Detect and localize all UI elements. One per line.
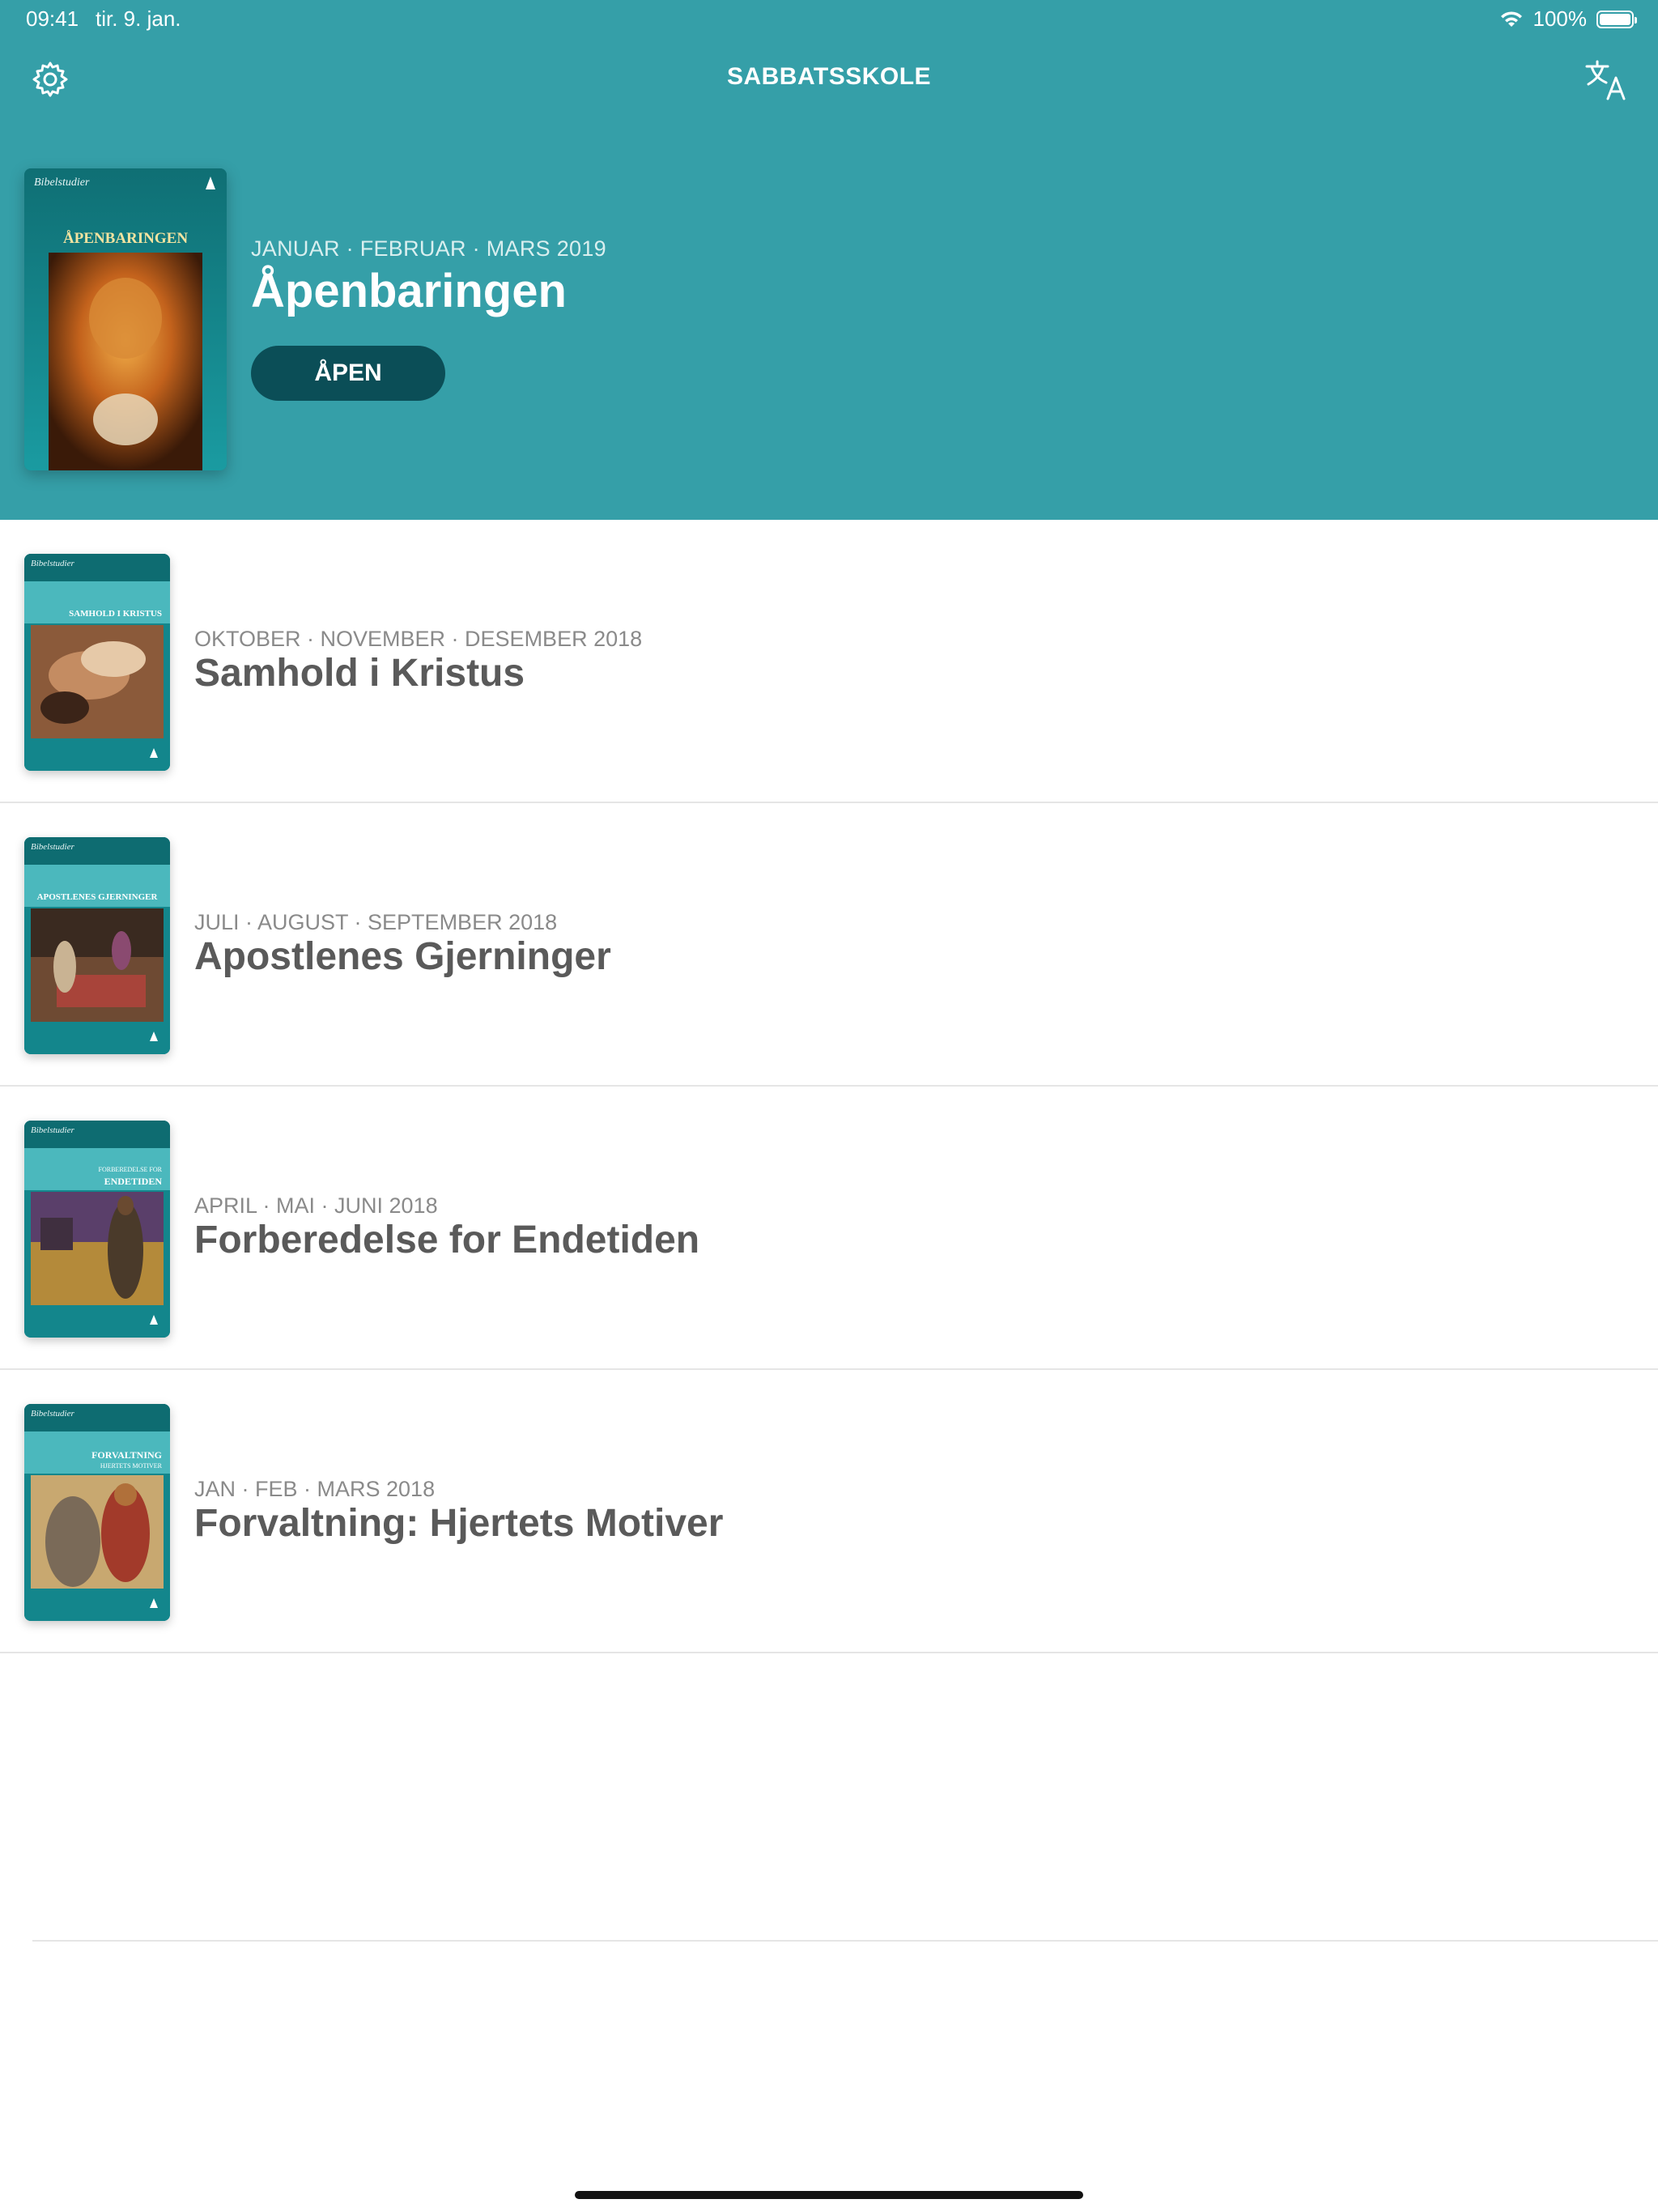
cover-title: ENDETIDEN (104, 1176, 162, 1187)
cover-title: FORVALTNING (91, 1449, 162, 1461)
cover-title: ÅPENBARINGEN (62, 230, 189, 247)
list-item[interactable]: Bibelstudier FORBEREDELSE FOR ENDETIDEN … (0, 1087, 1658, 1370)
status-right: 100% (1499, 6, 1637, 32)
cover-brand: Bibelstudier (31, 1409, 74, 1419)
list-item[interactable]: Bibelstudier APOSTLENES GJERNINGER JULI … (0, 803, 1658, 1087)
battery-icon (1596, 10, 1637, 28)
open-button[interactable]: ÅPEN (251, 346, 445, 401)
list-item[interactable]: Bibelstudier FORVALTNING HJERTETS MOTIVE… (0, 1370, 1658, 1653)
cover-thumbnail: Bibelstudier SAMHOLD I KRISTUS (24, 554, 170, 771)
cover-title: APOSTLENES GJERNINGER (36, 892, 158, 902)
cover-brand: Bibelstudier (31, 559, 74, 568)
cover-subtitle: HJERTETS MOTIVER (100, 1462, 162, 1470)
status-date: tir. 9. jan. (96, 6, 181, 31)
cover-brand: Bibelstudier (31, 1125, 74, 1135)
quarterly-list: Bibelstudier SAMHOLD I KRISTUS OKTOBER ·… (0, 520, 1658, 1653)
cover-thumbnail: Bibelstudier FORBEREDELSE FOR ENDETIDEN (24, 1121, 170, 1338)
featured-title: Åpenbaringen (251, 265, 567, 317)
translate-button[interactable] (1584, 58, 1629, 104)
cover-brand: Bibelstudier (34, 177, 90, 189)
item-dates: OKTOBER · NOVEMBER · DESEMBER 2018 (194, 627, 643, 651)
featured-dates: JANUAR · FEBRUAR · MARS 2019 (251, 236, 606, 261)
translate-icon (1585, 60, 1626, 100)
cover-thumbnail: Bibelstudier FORVALTNING HJERTETS MOTIVE… (24, 1404, 170, 1621)
status-time: 09:41 (26, 6, 79, 31)
item-title: Apostlenes Gjerninger (194, 935, 611, 978)
item-dates: APRIL · MAI · JUNI 2018 (194, 1193, 438, 1218)
header: 09:41 tir. 9. jan. 100% SABBATSSKOLE Bib… (0, 0, 1658, 520)
list-item[interactable]: Bibelstudier SAMHOLD I KRISTUS OKTOBER ·… (0, 520, 1658, 803)
cover-title: SAMHOLD I KRISTUS (69, 609, 162, 619)
cover-subtitle: FORBEREDELSE FOR (98, 1166, 162, 1173)
divider (32, 1940, 1658, 1942)
battery-percent: 100% (1533, 6, 1588, 31)
item-title: Forberedelse for Endetiden (194, 1219, 700, 1261)
status-bar: 09:41 tir. 9. jan. 100% (0, 0, 1658, 39)
item-dates: JAN · FEB · MARS 2018 (194, 1477, 436, 1501)
cover-thumbnail: Bibelstudier APOSTLENES GJERNINGER (24, 837, 170, 1054)
item-dates: JULI · AUGUST · SEPTEMBER 2018 (194, 910, 558, 934)
page-title: SABBATSSKOLE (726, 63, 932, 90)
featured-cover-image[interactable]: Bibelstudier ÅPENBARINGEN (24, 168, 227, 470)
item-title: Samhold i Kristus (194, 652, 525, 695)
wifi-icon (1500, 11, 1522, 27)
home-indicator[interactable] (575, 2191, 1083, 2199)
cover-brand: Bibelstudier (31, 842, 74, 852)
item-title: Forvaltning: Hjertets Motiver (194, 1502, 724, 1545)
